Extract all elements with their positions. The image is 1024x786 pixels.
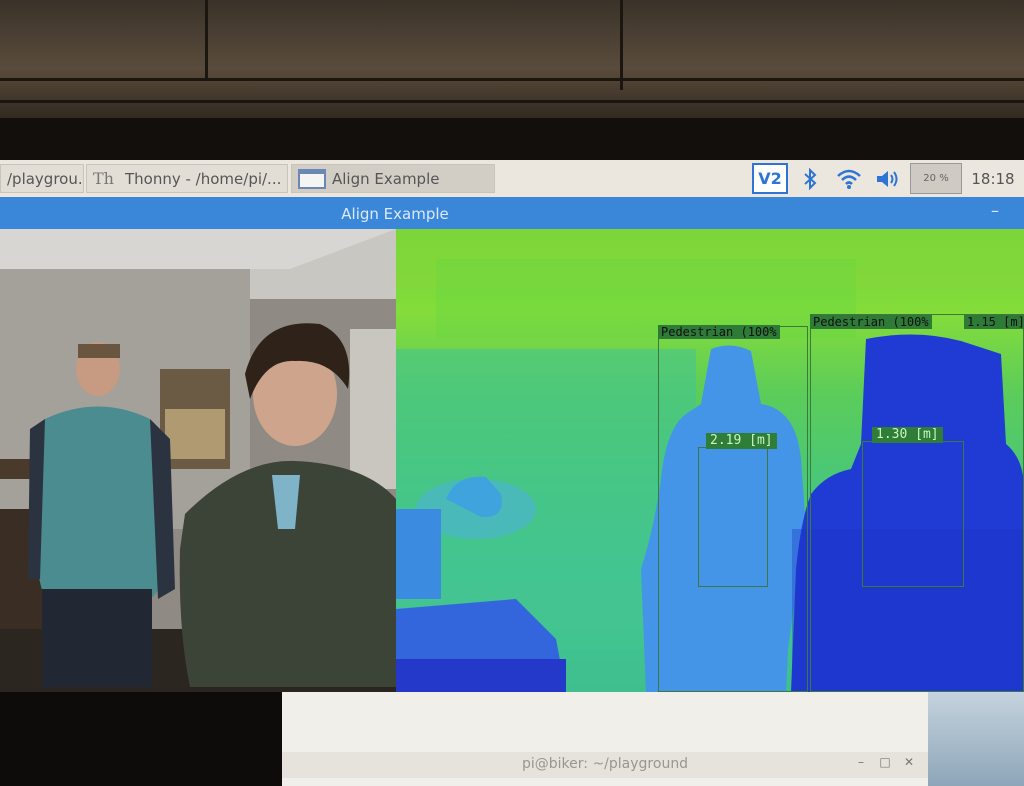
window-titlebar[interactable]: Align Example –: [0, 197, 1024, 229]
cpu-label: 20 %: [923, 173, 949, 184]
distance-label-2: 1.30 [m]: [872, 427, 943, 443]
monitor-bezel: [0, 118, 1024, 163]
task-align-example-label: Align Example: [332, 169, 440, 188]
minimize-button[interactable]: –: [985, 201, 1005, 221]
bluetooth-icon[interactable]: [798, 163, 822, 194]
volume-icon[interactable]: [874, 163, 902, 194]
detection-label-1: Pedestrian (100%: [658, 325, 780, 339]
taskbar: /playgrou... Th Thonny - /home/pi/... Al…: [0, 160, 1024, 197]
terminal-window[interactable]: pi@biker: ~/playground – □ ✕: [282, 692, 928, 786]
wifi-icon[interactable]: [834, 163, 864, 194]
desktop-wallpaper: [928, 692, 1024, 786]
terminal-maximize-icon[interactable]: □: [876, 755, 894, 773]
detection-inner-box-2: [862, 441, 964, 587]
window-icon: [298, 168, 326, 189]
vnc-label: V2: [758, 169, 782, 188]
cpu-monitor[interactable]: 20 %: [910, 163, 962, 194]
detection-inner-box-1: [698, 447, 768, 587]
vnc-icon[interactable]: V2: [752, 163, 788, 194]
camera-scene: [0, 229, 396, 687]
task-thonny-label: Thonny - /home/pi/...: [125, 169, 282, 188]
ceiling-background: [0, 0, 1024, 125]
clock[interactable]: 18:18: [968, 163, 1018, 194]
task-thonny[interactable]: Th Thonny - /home/pi/...: [86, 164, 288, 193]
thonny-icon: Th: [93, 168, 114, 188]
task-align-example[interactable]: Align Example: [291, 164, 495, 193]
desktop-background: [0, 692, 282, 786]
terminal-minimize-icon[interactable]: –: [852, 755, 870, 773]
depth-view: Pedestrian (100% 2.19 [m] Pedestrian (10…: [396, 229, 1024, 692]
window-title: Align Example: [341, 205, 449, 223]
clock-label: 18:18: [971, 169, 1015, 188]
terminal-titlebar[interactable]: pi@biker: ~/playground – □ ✕: [282, 752, 928, 778]
task-terminal-label: /playgrou...: [7, 169, 84, 188]
detection-secondary-label-2: 1.15 [m]: [964, 315, 1024, 329]
terminal-title: pi@biker: ~/playground: [522, 756, 689, 772]
task-terminal[interactable]: /playgrou...: [0, 164, 84, 193]
detection-label-2: Pedestrian (100%: [810, 315, 932, 329]
distance-label-1: 2.19 [m]: [706, 433, 777, 449]
terminal-close-icon[interactable]: ✕: [900, 755, 918, 773]
camera-view: [0, 229, 396, 687]
